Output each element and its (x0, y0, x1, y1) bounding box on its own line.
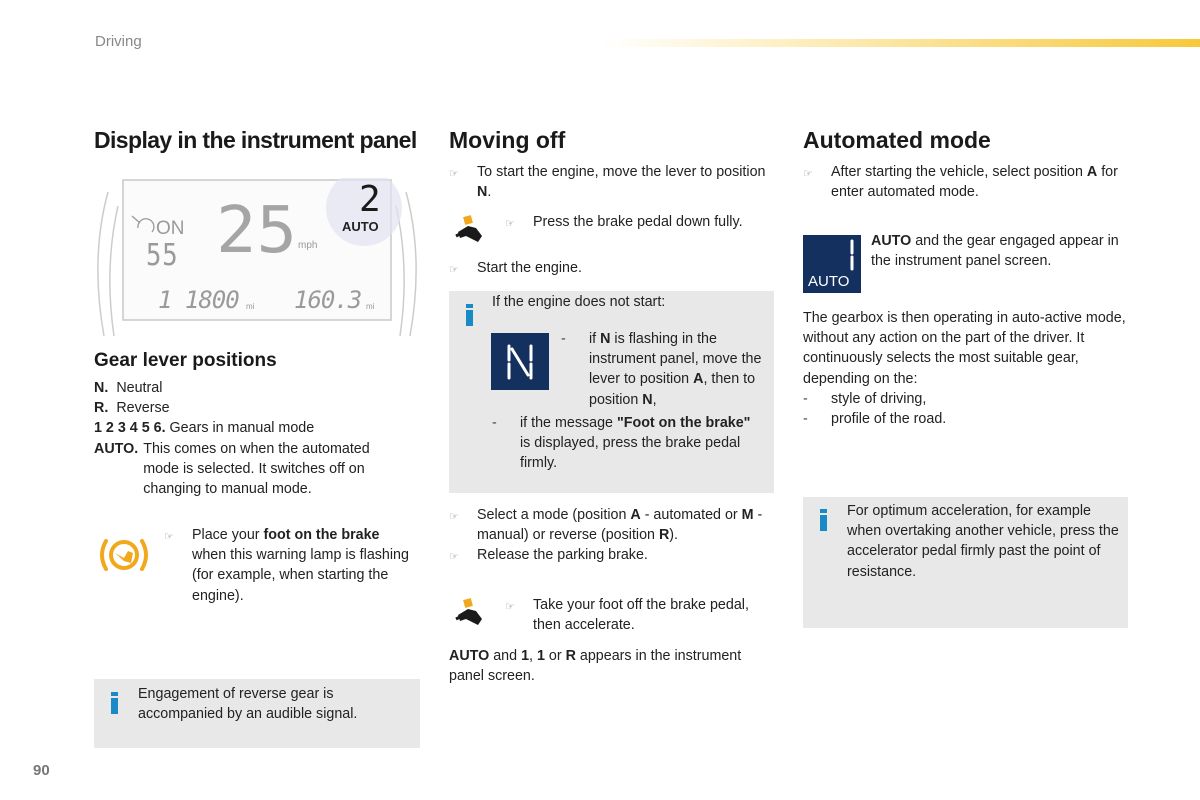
section-label: Driving (95, 33, 142, 50)
odometer-unit: mi (246, 302, 255, 311)
gear-item-auto: AUTO. This comes on when the automated m… (94, 439, 424, 500)
gear-key: R. (94, 400, 109, 417)
step-accelerate: ☞ Take your foot off the brake pedal, th… (505, 595, 775, 635)
info-intro: If the engine does not start: (492, 294, 666, 310)
odometer: 1 1800 (158, 286, 240, 314)
pointing-hand-icon: ☞ (449, 551, 459, 563)
gear-item-neutral: N. Neutral (94, 378, 424, 398)
display-section-title: Display in the instrument panel (94, 127, 417, 153)
pointing-hand-icon: ☞ (449, 168, 459, 180)
auto-badge-text: AUTO and the gear engaged appear in the … (871, 233, 1119, 270)
pointing-hand-icon: ☞ (164, 531, 174, 543)
foot-release-brake-icon (452, 597, 486, 627)
info-item-foot-brake: - if the message "Foot on the brake" is … (492, 415, 751, 472)
speed-unit: mph (298, 240, 318, 251)
foot-on-brake-warning-icon (98, 533, 150, 577)
moving-off-title: Moving off (449, 127, 566, 153)
page-number: 90 (33, 762, 50, 779)
warning-instruction: ☞ Place your foot on the brake when this… (164, 525, 414, 606)
info-icon (820, 509, 827, 531)
mode-indicator: AUTO (342, 219, 379, 234)
gear-desc: Gears in manual mode (169, 420, 315, 437)
info-text: Engagement of reverse gear is accompanie… (138, 686, 358, 723)
header-accent-bar (600, 39, 1200, 47)
gear-key: 1 2 3 4 5 6. (94, 420, 166, 437)
trip-unit: mi (366, 302, 375, 311)
step-select-mode: ☞ Select a mode (position A - automated … (449, 505, 769, 545)
automated-mode-title: Automated mode (803, 127, 991, 153)
gear-item-reverse: R. Reverse (94, 398, 424, 418)
info-icon (466, 304, 473, 326)
cruise-speed: 55 (146, 238, 179, 273)
info-item-n-flashing: - if N is flashing in the instrument pan… (561, 331, 762, 408)
reverse-gear-info-box: Engagement of reverse gear is accompanie… (94, 679, 420, 748)
acceleration-info-box: For optimum acceleration, for example wh… (803, 497, 1128, 628)
cruise-status: ON (156, 218, 185, 239)
pointing-hand-icon: ☞ (449, 264, 459, 276)
step-start-engine: ☞ Start the engine. (449, 258, 769, 280)
step-select-a: ☞ After starting the vehicle, select pos… (803, 162, 1128, 202)
gear-positions-list: N. Neutral R. Reverse 1 2 3 4 5 6. Gears… (94, 378, 424, 499)
foot-brake-icon (452, 214, 486, 244)
pointing-hand-icon: ☞ (505, 218, 515, 230)
trip-meter: 160.3 (294, 286, 362, 314)
neutral-badge (491, 333, 549, 390)
gear-desc: This comes on when the automated mode is… (143, 440, 370, 498)
step-release-parking-brake: ☞ Release the parking brake. (449, 545, 769, 567)
moving-off-result: AUTO and 1, 1 or R appears in the instru… (449, 648, 742, 685)
pointing-hand-icon: ☞ (505, 601, 515, 613)
gear-item-manual: 1 2 3 4 5 6. Gears in manual mode (94, 418, 424, 438)
factor-item: - style of driving, (803, 391, 927, 407)
gear-desc: Neutral (116, 380, 163, 396)
step-text: Release the parking brake. (477, 547, 648, 563)
info-text: For optimum acceleration, for example wh… (847, 503, 1119, 580)
pointing-hand-icon: ☞ (803, 168, 813, 180)
step-text: Start the engine. (477, 260, 582, 276)
gear-key: AUTO. (94, 440, 139, 457)
step-text: To start the engine, move the lever to p… (477, 164, 766, 201)
engine-not-start-info-box: If the engine does not start: - if N is … (449, 291, 774, 493)
gear-positions-title: Gear lever positions (94, 350, 277, 371)
gear-desc: Reverse (116, 400, 170, 417)
auto-gear-badge: AUTO (803, 235, 861, 293)
auto-badge-label: AUTO (808, 273, 850, 290)
gear-key: N. (94, 380, 109, 396)
gear-indicator: 2 (359, 179, 381, 220)
speed-readout: 25 (216, 194, 297, 268)
gearbox-description: The gearbox is then operating in auto-ac… (803, 310, 1126, 387)
info-icon (111, 692, 118, 714)
step-text: Take your foot off the brake pedal, then… (533, 597, 749, 634)
factor-item: - profile of the road. (803, 411, 947, 427)
step-text: Press the brake pedal down fully. (533, 214, 743, 230)
warning-text: Place your foot on the brake when this w… (192, 527, 409, 604)
pointing-hand-icon: ☞ (449, 511, 459, 523)
instrument-panel-illustration: ON 55 25 mph 2 AUTO 1 1800 mi 160.3 mi (94, 170, 420, 338)
step-move-lever: ☞ To start the engine, move the lever to… (449, 162, 769, 202)
step-press-brake: ☞ Press the brake pedal down fully. (505, 212, 775, 234)
